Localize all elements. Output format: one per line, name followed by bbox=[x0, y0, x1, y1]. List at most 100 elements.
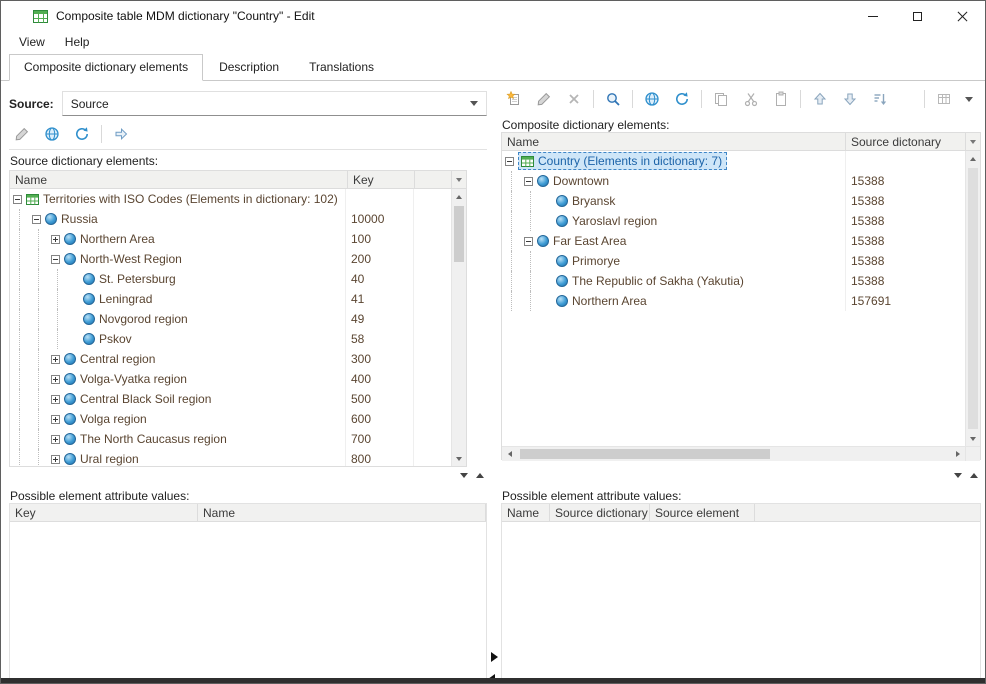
tree-row[interactable]: Far East Area15388 bbox=[502, 231, 965, 251]
source-combobox[interactable]: Source bbox=[62, 91, 487, 116]
tree-expander[interactable] bbox=[51, 435, 60, 444]
tree-item-extra bbox=[413, 309, 451, 329]
scroll-left-button[interactable] bbox=[502, 447, 517, 462]
horizontal-scrollbar[interactable] bbox=[502, 446, 980, 461]
search-button[interactable] bbox=[600, 88, 626, 110]
list-page-down-button[interactable] bbox=[951, 469, 965, 482]
scrollbar-thumb[interactable] bbox=[520, 449, 770, 459]
list-page-up-button[interactable] bbox=[967, 469, 981, 482]
tree-row[interactable]: Yaroslavl region15388 bbox=[502, 211, 965, 231]
tree-row[interactable]: Russia10000 bbox=[10, 209, 451, 229]
tree-row[interactable]: Novgorod region49 bbox=[10, 309, 451, 329]
tree-expander[interactable] bbox=[13, 195, 22, 204]
tree-expander[interactable] bbox=[524, 177, 533, 186]
tree-expander[interactable] bbox=[51, 355, 60, 364]
toolbar-separator bbox=[800, 90, 801, 108]
tree-row[interactable]: Volga-Vyatka region400 bbox=[10, 369, 451, 389]
clipboard-icon bbox=[773, 91, 789, 107]
tab-composite-dictionary-elements[interactable]: Composite dictionary elements bbox=[9, 54, 203, 81]
column-header-key[interactable]: Key bbox=[10, 504, 198, 521]
tree-indent-guide bbox=[32, 429, 51, 449]
open-dictionary-button[interactable] bbox=[639, 88, 665, 110]
tree-row[interactable]: Pskov58 bbox=[10, 329, 451, 349]
open-source-dictionary-button[interactable] bbox=[39, 123, 65, 145]
tree-row[interactable]: Leningrad41 bbox=[10, 289, 451, 309]
tab-description[interactable]: Description bbox=[205, 55, 293, 80]
cut-button[interactable] bbox=[738, 88, 764, 110]
tree-row[interactable]: The North Caucasus region700 bbox=[10, 429, 451, 449]
paste-button[interactable] bbox=[768, 88, 794, 110]
vertical-scrollbar[interactable] bbox=[965, 151, 980, 446]
tree-row[interactable]: Country (Elements in dictionary: 7) bbox=[502, 151, 965, 171]
tree-row[interactable]: Bryansk15388 bbox=[502, 191, 965, 211]
move-down-button[interactable] bbox=[837, 88, 863, 110]
tree-row[interactable]: North-West Region200 bbox=[10, 249, 451, 269]
copy-button[interactable] bbox=[708, 88, 734, 110]
column-chooser-button[interactable] bbox=[965, 133, 980, 150]
scroll-down-button[interactable] bbox=[966, 431, 980, 446]
tree-indent-guide bbox=[505, 171, 524, 191]
tree-row[interactable]: Central Black Soil region500 bbox=[10, 389, 451, 409]
close-button[interactable] bbox=[940, 1, 985, 31]
minimize-button[interactable] bbox=[850, 1, 895, 31]
transfer-right-button[interactable] bbox=[108, 123, 134, 145]
menu-help[interactable]: Help bbox=[55, 33, 100, 51]
scroll-up-button[interactable] bbox=[452, 189, 466, 204]
column-header-extra bbox=[414, 171, 451, 188]
edit-button[interactable] bbox=[9, 123, 35, 145]
column-chooser-button[interactable] bbox=[451, 171, 466, 188]
column-header-name[interactable]: Name bbox=[502, 504, 550, 521]
table-settings-button[interactable] bbox=[931, 88, 957, 110]
column-header-name[interactable]: Name bbox=[10, 171, 347, 188]
scroll-up-button[interactable] bbox=[966, 151, 980, 166]
tree-expander[interactable] bbox=[505, 157, 514, 166]
tree-expander[interactable] bbox=[51, 255, 60, 264]
add-element-button[interactable] bbox=[501, 88, 527, 110]
tree-item-label: The North Caucasus region bbox=[80, 432, 227, 446]
tree-row[interactable]: The Republic of Sakha (Yakutia)15388 bbox=[502, 271, 965, 291]
tree-row[interactable]: St. Petersburg40 bbox=[10, 269, 451, 289]
menu-view[interactable]: View bbox=[9, 33, 55, 51]
delete-button[interactable] bbox=[561, 88, 587, 110]
tree-expander[interactable] bbox=[51, 395, 60, 404]
edit-button[interactable] bbox=[531, 88, 557, 110]
column-header-name[interactable]: Name bbox=[502, 133, 845, 150]
toolbar-menu-button[interactable] bbox=[961, 88, 977, 110]
minimize-icon bbox=[868, 16, 878, 17]
column-header-source-dictionary[interactable]: Source dictionary bbox=[550, 504, 650, 521]
scrollbar-thumb[interactable] bbox=[968, 168, 978, 429]
scroll-right-button[interactable] bbox=[950, 447, 965, 462]
tree-expander[interactable] bbox=[51, 455, 60, 464]
scrollbar-thumb[interactable] bbox=[454, 206, 464, 262]
sort-button[interactable] bbox=[867, 88, 893, 110]
tree-row[interactable]: Territories with ISO Codes (Elements in … bbox=[10, 189, 451, 209]
move-up-button[interactable] bbox=[807, 88, 833, 110]
tree-row[interactable]: Primorye15388 bbox=[502, 251, 965, 271]
column-header-source-element[interactable]: Source element bbox=[650, 504, 755, 521]
sort-icon bbox=[872, 91, 888, 107]
list-page-down-button[interactable] bbox=[457, 469, 471, 482]
tree-row[interactable]: Northern Area100 bbox=[10, 229, 451, 249]
tree-expander[interactable] bbox=[51, 235, 60, 244]
refresh-button[interactable] bbox=[69, 123, 95, 145]
tree-expander[interactable] bbox=[32, 215, 41, 224]
tree-row[interactable]: Downtown15388 bbox=[502, 171, 965, 191]
tree-expander[interactable] bbox=[51, 415, 60, 424]
list-page-up-button[interactable] bbox=[473, 469, 487, 482]
tree-row[interactable]: Ural region800 bbox=[10, 449, 451, 466]
column-header-key[interactable]: Key bbox=[347, 171, 414, 188]
tab-translations[interactable]: Translations bbox=[295, 55, 388, 80]
scroll-down-button[interactable] bbox=[452, 451, 466, 466]
splitter-expand-right-button[interactable] bbox=[489, 651, 499, 663]
tree-row[interactable]: Central region300 bbox=[10, 349, 451, 369]
tree-expander[interactable] bbox=[524, 237, 533, 246]
vertical-scrollbar[interactable] bbox=[451, 189, 466, 466]
tree-expander[interactable] bbox=[51, 375, 60, 384]
tree-row[interactable]: Northern Area157691 bbox=[502, 291, 965, 311]
maximize-button[interactable] bbox=[895, 1, 940, 31]
column-header-source-dictionary[interactable]: Source dictonary bbox=[845, 133, 965, 150]
tree-row[interactable]: Volga region600 bbox=[10, 409, 451, 429]
source-panel: Source: Source bbox=[9, 82, 487, 679]
column-header-name[interactable]: Name bbox=[198, 504, 486, 521]
refresh-button[interactable] bbox=[669, 88, 695, 110]
